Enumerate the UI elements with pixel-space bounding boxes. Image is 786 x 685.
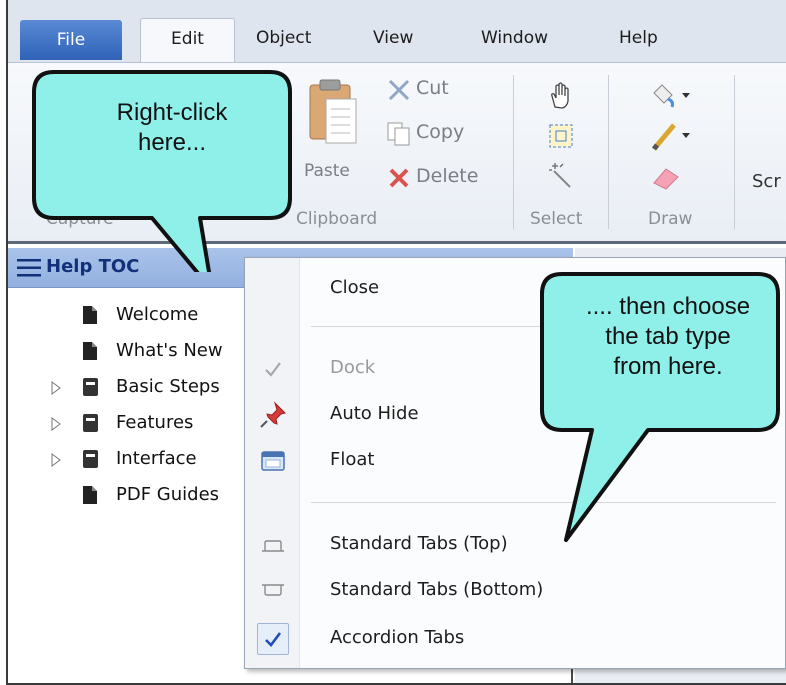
copy-icon bbox=[387, 122, 410, 146]
book-icon bbox=[83, 450, 98, 468]
menu-item-label: Auto Hide bbox=[330, 403, 419, 424]
callout-line: .... then choose bbox=[585, 293, 751, 320]
copy-button[interactable]: Copy bbox=[384, 117, 494, 151]
delete-button[interactable]: Delete bbox=[384, 161, 504, 195]
float-window-icon bbox=[261, 451, 285, 471]
delete-x-icon bbox=[389, 168, 409, 188]
partial-group-label: Scr bbox=[752, 171, 781, 192]
menu-bar: File Edit Object View Window Help bbox=[8, 0, 786, 64]
ribbon-separator bbox=[608, 75, 609, 229]
menu-item-label: Float bbox=[330, 449, 375, 470]
eraser-icon[interactable] bbox=[650, 161, 684, 191]
menu-window[interactable]: Window bbox=[481, 18, 548, 58]
marquee-select-icon[interactable] bbox=[546, 121, 576, 151]
toc-item-label: PDF Guides bbox=[116, 484, 220, 505]
tabs-bottom-icon bbox=[262, 584, 284, 596]
pushpin-icon bbox=[260, 401, 286, 428]
scissors-icon bbox=[388, 79, 410, 101]
checkmark-icon bbox=[265, 632, 282, 647]
menu-file[interactable]: File bbox=[20, 20, 122, 60]
ribbon-separator bbox=[734, 75, 735, 229]
book-icon bbox=[83, 414, 98, 432]
menu-item-accordion-tabs[interactable]: Accordion Tabs bbox=[245, 616, 785, 662]
toc-item-label: Features bbox=[116, 412, 194, 433]
group-select-label: Select bbox=[530, 209, 583, 229]
callout-line: Right-click bbox=[116, 99, 228, 126]
menu-item-label: Close bbox=[330, 277, 380, 298]
toc-item-label: Interface bbox=[116, 448, 197, 469]
page-icon bbox=[83, 486, 97, 504]
callout-line: here... bbox=[137, 129, 207, 156]
menu-item-label: Dock bbox=[330, 357, 376, 378]
toc-item-label: Welcome bbox=[116, 304, 199, 325]
cut-label: Cut bbox=[416, 77, 449, 99]
callout-right-text: .... then choose the tab type from here. bbox=[548, 292, 786, 382]
application-window: File Edit Object View Window Help Paste bbox=[6, 0, 786, 685]
callout-line: the tab type bbox=[605, 323, 731, 350]
hand-tool-icon[interactable] bbox=[546, 81, 576, 111]
group-draw-label: Draw bbox=[648, 209, 693, 229]
delete-label: Delete bbox=[416, 165, 479, 187]
pen-icon[interactable] bbox=[648, 119, 692, 153]
menu-item-label: Accordion Tabs bbox=[330, 627, 465, 648]
menu-edit[interactable]: Edit bbox=[140, 18, 235, 64]
page-icon bbox=[83, 306, 97, 324]
menu-view[interactable]: View bbox=[373, 18, 413, 58]
expand-arrow-icon[interactable] bbox=[50, 417, 62, 431]
menu-item-label: Standard Tabs (Bottom) bbox=[330, 579, 544, 600]
page-icon bbox=[83, 342, 97, 360]
magic-wand-icon[interactable] bbox=[546, 161, 576, 191]
book-icon bbox=[83, 378, 98, 396]
menu-item-standard-tabs-bottom[interactable]: Standard Tabs (Bottom) bbox=[245, 568, 785, 614]
fill-bucket-icon[interactable] bbox=[648, 81, 692, 109]
menu-object[interactable]: Object bbox=[256, 18, 311, 58]
expand-arrow-icon[interactable] bbox=[50, 453, 62, 467]
callout-left bbox=[32, 70, 292, 272]
toc-item-label: What's New bbox=[116, 340, 223, 361]
copy-label: Copy bbox=[416, 121, 465, 143]
menu-item-label: Standard Tabs (Top) bbox=[330, 533, 508, 554]
tabs-top-icon bbox=[262, 540, 284, 552]
expand-arrow-icon[interactable] bbox=[50, 381, 62, 395]
callout-line: from here. bbox=[613, 353, 723, 380]
ribbon-separator bbox=[513, 75, 514, 229]
toc-item-label: Basic Steps bbox=[116, 376, 220, 397]
checkmark-disabled-icon bbox=[265, 362, 281, 377]
menu-help[interactable]: Help bbox=[619, 18, 658, 58]
callout-left-text: Right-click here... bbox=[54, 98, 290, 158]
cut-button[interactable]: Cut bbox=[384, 73, 494, 107]
